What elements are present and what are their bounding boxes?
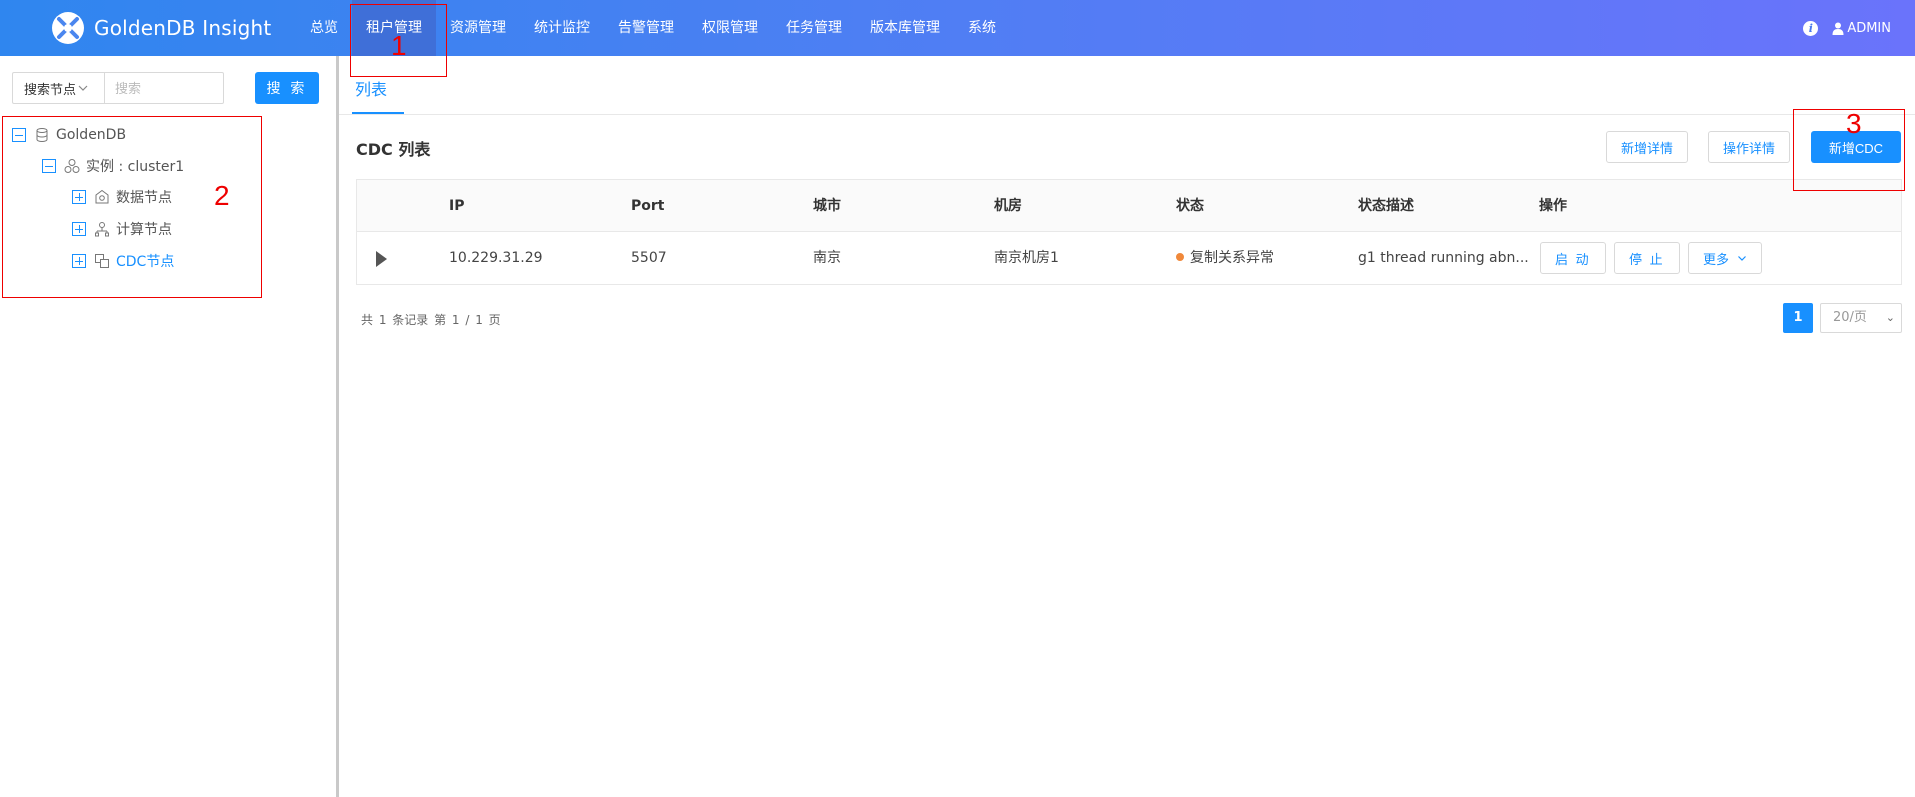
column-header-port: Port bbox=[631, 198, 665, 214]
pagination-summary: 共 1 条记录 第 1 / 1 页 bbox=[361, 313, 501, 327]
column-header-status-desc: 状态描述 bbox=[1358, 198, 1414, 214]
tree-node-goldendb[interactable]: GoldenDB bbox=[12, 125, 126, 145]
tree-node-data-node[interactable]: 数据节点 bbox=[72, 187, 172, 207]
column-header-room: 机房 bbox=[994, 198, 1022, 214]
expand-icon[interactable] bbox=[72, 222, 86, 236]
user-name: ADMIN bbox=[1847, 20, 1891, 36]
cell-room: 南京机房1 bbox=[994, 250, 1059, 266]
user-icon bbox=[1832, 22, 1844, 35]
section-title: CDC 列表 bbox=[356, 140, 431, 159]
annotation-number-2: 2 bbox=[214, 180, 230, 211]
cluster-icon bbox=[64, 159, 80, 173]
tab-list[interactable]: 列表 bbox=[355, 76, 387, 100]
page-size-select[interactable]: 20/页 ⌄ bbox=[1820, 303, 1902, 333]
nav-item-alarm-management[interactable]: 告警管理 bbox=[604, 0, 688, 56]
chevron-down-icon bbox=[78, 85, 88, 91]
column-header-status: 状态 bbox=[1176, 198, 1204, 214]
tree-label: CDC节点 bbox=[116, 254, 175, 270]
cdc-node-icon bbox=[95, 254, 109, 268]
expand-icon[interactable] bbox=[72, 254, 86, 268]
tree-label: 计算节点 bbox=[116, 222, 172, 238]
cdc-table: IP Port 城市 机房 状态 状态描述 操作 10.229.31.29 55… bbox=[356, 179, 1902, 285]
cell-city: 南京 bbox=[813, 250, 841, 266]
chevron-down-icon bbox=[1738, 256, 1746, 261]
data-node-icon bbox=[95, 189, 109, 204]
more-button[interactable]: 更多 bbox=[1688, 242, 1763, 274]
goldendb-logo-icon bbox=[52, 12, 84, 44]
tree-node-cdc-node[interactable]: CDC节点 bbox=[72, 251, 174, 271]
main-panel: 列表 CDC 列表 新增详情 操作详情 新增CDC IP Port 城市 机房 … bbox=[339, 56, 1915, 797]
nav-item-overview[interactable]: 总览 bbox=[296, 0, 352, 56]
search-type-select[interactable]: 搜索节点 bbox=[12, 72, 104, 104]
tree-label: 实例 : cluster1 bbox=[86, 159, 185, 175]
info-icon[interactable]: i bbox=[1803, 20, 1819, 36]
node-search: 搜索节点 bbox=[12, 72, 224, 104]
column-header-ip: IP bbox=[449, 198, 465, 214]
user-menu[interactable]: ADMIN bbox=[1832, 21, 1891, 36]
nav-item-resource-management[interactable]: 资源管理 bbox=[436, 0, 520, 56]
nav-item-version-management[interactable]: 版本库管理 bbox=[856, 0, 954, 56]
cell-ip: 10.229.31.29 bbox=[449, 250, 543, 266]
annotation-number-3: 3 bbox=[1846, 108, 1862, 139]
nav-item-task-management[interactable]: 任务管理 bbox=[772, 0, 856, 56]
header-right: i ADMIN bbox=[1803, 0, 1891, 56]
table-row: 10.229.31.29 5507 南京 南京机房1 复制关系异常 g1 thr… bbox=[357, 232, 1901, 284]
collapse-icon[interactable] bbox=[12, 128, 26, 142]
app-title: GoldenDB Insight bbox=[94, 16, 272, 40]
column-header-actions: 操作 bbox=[1539, 198, 1567, 214]
search-type-label: 搜索节点 bbox=[24, 82, 77, 98]
tree-label: GoldenDB bbox=[56, 127, 127, 143]
cell-status-desc: g1 thread running abn... bbox=[1358, 250, 1529, 266]
expand-icon[interactable] bbox=[72, 190, 86, 204]
tabs-divider bbox=[339, 114, 1915, 115]
search-input[interactable] bbox=[104, 72, 224, 104]
chevron-down-icon: ⌄ bbox=[1885, 311, 1895, 324]
status-text: 复制关系异常 bbox=[1190, 250, 1274, 266]
compute-node-icon bbox=[95, 222, 109, 237]
page-button-current[interactable]: 1 bbox=[1783, 303, 1813, 333]
cell-status: 复制关系异常 bbox=[1176, 232, 1274, 284]
tree-label: 数据节点 bbox=[116, 190, 172, 206]
table-header: IP Port 城市 机房 状态 状态描述 操作 bbox=[357, 180, 1901, 232]
column-header-city: 城市 bbox=[813, 198, 841, 214]
tree-node-cluster1[interactable]: 实例 : cluster1 bbox=[42, 156, 184, 176]
add-detail-button[interactable]: 新增详情 bbox=[1606, 131, 1689, 163]
nav-item-statistics-monitoring[interactable]: 统计监控 bbox=[520, 0, 604, 56]
cell-port: 5507 bbox=[631, 250, 667, 266]
more-label: 更多 bbox=[1703, 251, 1730, 267]
start-button[interactable]: 启 动 bbox=[1540, 242, 1606, 274]
operation-detail-button[interactable]: 操作详情 bbox=[1708, 131, 1791, 163]
top-header: GoldenDB Insight 总览 租户管理 资源管理 统计监控 告警管理 … bbox=[0, 0, 1915, 56]
status-dot bbox=[1176, 253, 1184, 261]
annotation-number-1: 1 bbox=[391, 30, 407, 61]
database-icon bbox=[36, 128, 48, 143]
tree-node-compute-node[interactable]: 计算节点 bbox=[72, 219, 172, 239]
stop-button[interactable]: 停 止 bbox=[1614, 242, 1680, 274]
page-size-label: 20/页 bbox=[1833, 310, 1867, 325]
nav-item-permission-management[interactable]: 权限管理 bbox=[688, 0, 772, 56]
nav-item-system[interactable]: 系统 bbox=[954, 0, 1010, 56]
expand-row-icon[interactable] bbox=[376, 251, 387, 267]
search-button[interactable]: 搜 索 bbox=[255, 72, 319, 104]
collapse-icon[interactable] bbox=[42, 159, 56, 173]
